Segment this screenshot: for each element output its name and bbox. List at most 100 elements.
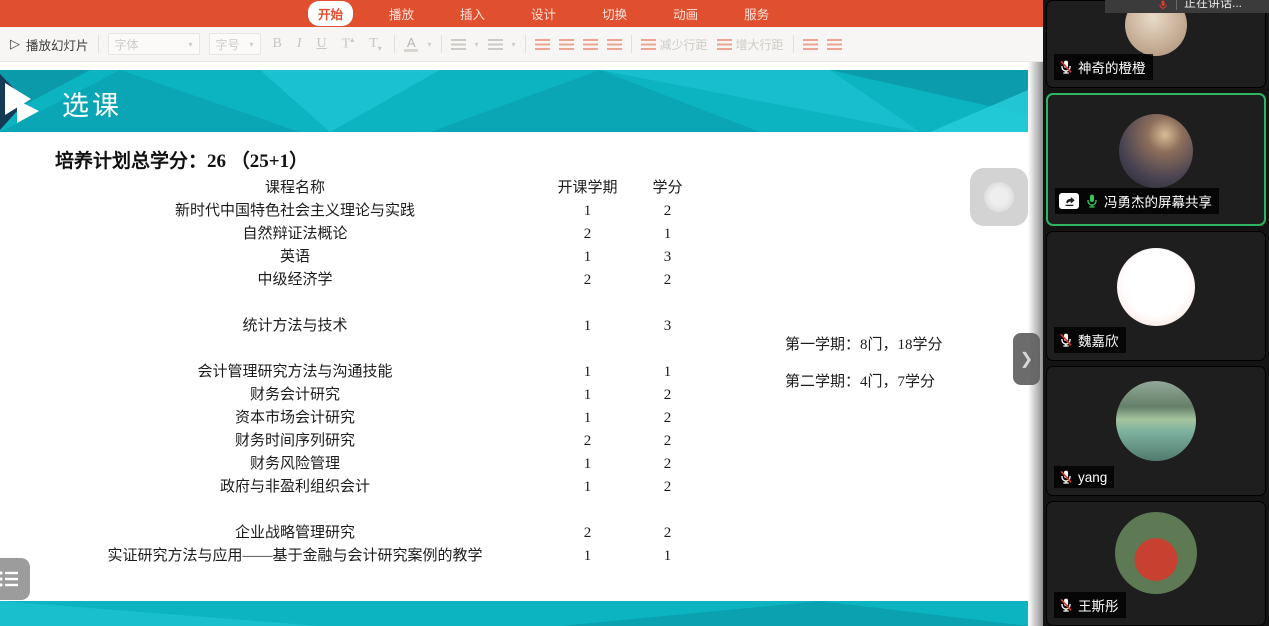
course-semester: 1 (535, 545, 640, 568)
align-center-icon[interactable] (559, 39, 574, 50)
slide-canvas[interactable]: 选课 培养计划总学分：26 （25+1） 课程名称 开课学期 学分 新时代中国特… (0, 62, 1028, 626)
participant-label: 王斯彤 (1054, 592, 1126, 618)
screen-share-icon (1059, 193, 1079, 209)
participant-tile[interactable]: 魏嘉欣 (1046, 231, 1266, 361)
avatar (1117, 248, 1195, 326)
toolbar-divider (441, 35, 442, 53)
align-left-icon[interactable] (535, 39, 550, 50)
participant-tile[interactable]: 冯勇杰的屏幕共享 (1046, 93, 1266, 226)
floating-assistant-button[interactable] (970, 168, 1028, 226)
bullet-list-icon[interactable] (451, 39, 466, 50)
participant-label: 神奇的橙橙 (1054, 54, 1153, 80)
increase-font-button[interactable]: T▴ (339, 35, 358, 53)
muted-mic-icon (1058, 469, 1074, 485)
chevron-down-icon: ▾ (250, 40, 254, 49)
align-justify-icon[interactable] (607, 39, 622, 50)
ribbon-tab[interactable]: 插入 (450, 1, 495, 26)
participant-label: 冯勇杰的屏幕共享 (1055, 188, 1219, 214)
course-semester: 2 (535, 269, 640, 292)
avatar (1119, 114, 1193, 188)
font-color-button[interactable]: A (404, 36, 419, 52)
chevron-down-icon[interactable]: ▾ (475, 40, 479, 49)
course-name: 财务时间序列研究 (55, 430, 535, 453)
course-name: 新时代中国特色社会主义理论与实践 (55, 200, 535, 223)
course-name: 实证研究方法与应用——基于金融与会计研究案例的教学 (55, 545, 535, 568)
ribbon-tab[interactable]: 开始 (308, 1, 353, 26)
course-row: 新时代中国特色社会主义理论与实践12 (55, 200, 785, 223)
participant-label: 魏嘉欣 (1054, 327, 1126, 353)
course-group: 统计方法与技术13 (55, 315, 785, 338)
course-credits: 1 (640, 361, 695, 384)
course-credits: 2 (640, 269, 695, 292)
course-name: 企业战略管理研究 (55, 522, 535, 545)
course-group: 新时代中国特色社会主义理论与实践12自然辩证法概论21英语13中级经济学22 (55, 200, 785, 292)
ribbon-tab[interactable]: 动画 (663, 1, 708, 26)
chevron-down-icon[interactable]: ▾ (512, 40, 516, 49)
slide-title: 选课 (62, 84, 122, 123)
course-semester: 1 (535, 361, 640, 384)
numbered-list-icon[interactable] (488, 39, 503, 50)
course-name: 中级经济学 (55, 269, 535, 292)
underline-button[interactable]: U (314, 36, 330, 52)
participant-tile[interactable]: 王斯彤 (1046, 501, 1266, 626)
play-slideshow-button[interactable]: ▷ 播放幻灯片 (10, 35, 89, 54)
decrease-font-button[interactable]: T▾ (366, 36, 385, 53)
course-row: 实证研究方法与应用——基于金融与会计研究案例的教学11 (55, 545, 785, 568)
decrease-line-spacing-button[interactable]: 减少行距 (641, 36, 708, 53)
participant-tile[interactable]: yang (1046, 366, 1266, 496)
course-semester: 1 (535, 384, 640, 407)
ribbon-tab[interactable]: 设计 (521, 1, 566, 26)
participant-name: 王斯彤 (1078, 595, 1119, 615)
course-credits: 3 (640, 315, 695, 338)
list-icon (0, 569, 20, 589)
increase-spacing-icon (717, 39, 732, 50)
italic-button[interactable]: I (294, 36, 305, 52)
increase-indent-icon[interactable] (827, 39, 842, 50)
semester-2-summary: 第二学期：4门，7学分 (785, 370, 935, 391)
collapse-sidebar-button[interactable]: ❯ (1013, 333, 1040, 385)
font-size-select[interactable]: 字号 ▾ (209, 33, 261, 55)
course-name: 财务风险管理 (55, 453, 535, 476)
teal-polygon-banner (0, 70, 1028, 132)
course-row: 财务风险管理12 (55, 453, 785, 476)
chevron-down-icon[interactable]: ▾ (427, 40, 431, 49)
course-row: 资本市场会计研究12 (55, 407, 785, 430)
semester-1-summary: 第一学期：8门，18学分 (785, 333, 943, 354)
speaking-indicator-text: 正在讲话... (1184, 0, 1242, 11)
play-icon: ▷ (10, 36, 20, 52)
ribbon-tab[interactable]: 切换 (592, 1, 637, 26)
course-semester: 1 (535, 315, 640, 338)
course-name: 统计方法与技术 (55, 315, 535, 338)
course-row: 会计管理研究方法与沟通技能11 (55, 361, 785, 384)
course-credits: 2 (640, 430, 695, 453)
course-row: 英语13 (55, 246, 785, 269)
course-semester: 2 (535, 430, 640, 453)
muted-mic-icon (1058, 332, 1074, 348)
slide-list-button[interactable] (0, 558, 30, 600)
participant-list: 神奇的橙橙 冯勇杰的屏幕共享 (1046, 0, 1266, 626)
course-row: 企业战略管理研究22 (55, 522, 785, 545)
font-family-value: 字体 (115, 36, 139, 53)
slide-title-banner: 选课 (0, 70, 1028, 132)
course-credits: 1 (640, 545, 695, 568)
course-name: 会计管理研究方法与沟通技能 (55, 361, 535, 384)
header-credits: 学分 (640, 177, 695, 200)
ribbon-tab[interactable]: 服务 (734, 1, 779, 26)
participant-tile[interactable]: 神奇的橙橙 (1046, 0, 1266, 88)
increase-line-spacing-button[interactable]: 增大行距 (717, 36, 784, 53)
course-credits: 2 (640, 476, 695, 499)
font-family-select[interactable]: 字体 ▾ (108, 33, 200, 55)
mic-icon (1084, 193, 1100, 209)
decrease-indent-icon[interactable] (803, 39, 818, 50)
toolbar-divider (394, 35, 395, 53)
toolbar-divider (98, 35, 99, 53)
course-row: 中级经济学22 (55, 269, 785, 292)
course-credits: 2 (640, 200, 695, 223)
ribbon-tab[interactable]: 播放 (379, 1, 424, 26)
slide-editor-area: 选课 培养计划总学分：26 （25+1） 课程名称 开课学期 学分 新时代中国特… (0, 62, 1043, 626)
bold-button[interactable]: B (270, 36, 285, 52)
course-semester: 2 (535, 223, 640, 246)
avatar (1116, 381, 1196, 461)
align-right-icon[interactable] (583, 39, 598, 50)
ribbon-tabs: 开始 播放 插入 设计 切换 动画 服务 (308, 1, 779, 26)
